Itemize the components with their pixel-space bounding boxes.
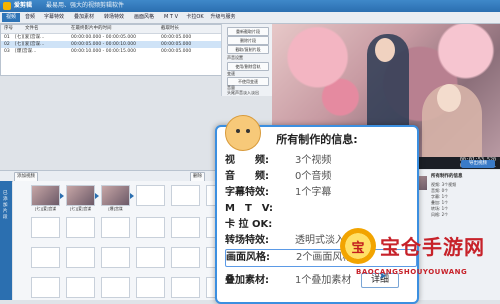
tab-picture-style[interactable]: 画面风格 bbox=[130, 13, 158, 22]
empty-thumbnail[interactable] bbox=[101, 217, 130, 238]
arrow-icon bbox=[60, 193, 64, 199]
clip-time: 00:00:10.000 - 00:00:15.000 bbox=[71, 49, 136, 54]
clip-time: 00:00:05.000 - 00:00:10.000 bbox=[71, 42, 136, 47]
recut-clip-button[interactable]: 重新截取片段 bbox=[227, 27, 269, 36]
clip-list: 序号 文件名 在最终影片中的时间 截取时长 01 [七][爱]宫谋... 00:… bbox=[0, 24, 222, 76]
clip-index: 01 bbox=[4, 35, 10, 40]
clip-name: [七][爱]宫谋... bbox=[15, 42, 45, 47]
popup-title: 所有制作的信息: bbox=[276, 133, 358, 146]
empty-thumbnail[interactable] bbox=[171, 217, 200, 238]
tab-transition-effects[interactable]: 转场特效 bbox=[100, 13, 128, 22]
clip-name: [七][爱]宫谋... bbox=[15, 35, 45, 40]
clip-row[interactable]: 03 [爆]宫谋... 00:00:10.000 - 00:00:15.000 … bbox=[1, 48, 221, 55]
empty-thumbnail[interactable] bbox=[66, 217, 95, 238]
info-key: 音 频: bbox=[225, 171, 269, 182]
info-key: 字幕特效: bbox=[225, 187, 269, 198]
arrow-icon bbox=[95, 193, 99, 199]
info-key: 卡 拉 OK: bbox=[225, 219, 273, 230]
empty-thumbnail[interactable] bbox=[171, 277, 200, 298]
watermark-logo-char: 宝 bbox=[351, 241, 365, 256]
info-row-mtv: M T V: bbox=[225, 201, 415, 217]
info-panel-title: 所有制作的信息 bbox=[431, 174, 463, 179]
empty-thumbnail[interactable] bbox=[66, 247, 95, 268]
clip-index: 02 bbox=[4, 42, 10, 47]
empty-thumbnail[interactable] bbox=[31, 247, 60, 268]
info-key: 视 频: bbox=[225, 155, 269, 166]
sound-settings-label: 声音设置 bbox=[227, 55, 243, 60]
clip-control-panel: 重新截取片段 删除片段 截取/复制片段 声音设置 使用/删除音轨 变速 不使用变… bbox=[221, 24, 272, 96]
empty-thumbnail[interactable] bbox=[171, 247, 200, 268]
empty-thumbnail[interactable] bbox=[136, 217, 165, 238]
export-video-button[interactable]: 导出视频 bbox=[461, 160, 495, 168]
watermark-name: 宝仓手游网 bbox=[380, 235, 485, 259]
col-index: 序号 bbox=[4, 26, 13, 31]
added-clips-side-tab[interactable]: 已添加片段 bbox=[0, 181, 12, 300]
info-row-subtitle: 字幕特效: 1个字幕 bbox=[225, 185, 415, 201]
delete-clip-button[interactable]: 删除片段 bbox=[227, 36, 269, 45]
clip-index: 03 bbox=[4, 49, 10, 54]
thumb-caption: [七][爱]宫谋 bbox=[34, 206, 57, 211]
info-key: 画面风格: bbox=[226, 252, 270, 263]
empty-thumbnail[interactable] bbox=[31, 277, 60, 298]
preview-face-man bbox=[375, 38, 395, 62]
info-value: 1个字幕 bbox=[295, 187, 332, 198]
empty-thumbnail[interactable] bbox=[66, 277, 95, 298]
arrow-icon bbox=[130, 193, 134, 199]
tab-audio[interactable]: 音频 bbox=[22, 13, 38, 22]
thumb-caption: [爆]宫谋 bbox=[108, 206, 123, 211]
empty-thumbnail[interactable] bbox=[101, 277, 130, 298]
title-bar: 爱剪辑 最易用、强大的视频剪辑软件 bbox=[0, 0, 500, 12]
clip-thumbnail[interactable]: [七][爱]宫谋 bbox=[66, 185, 95, 211]
info-key: 转场特效: bbox=[225, 235, 269, 246]
clip-row[interactable]: 01 [七][爱]宫谋... 00:00:00.000 - 00:00:05.0… bbox=[1, 34, 221, 41]
copy-clip-button[interactable]: 截取/复制片段 bbox=[227, 45, 269, 54]
empty-thumbnail[interactable] bbox=[136, 247, 165, 268]
thumb-caption: [七][爱]宫谋 bbox=[69, 206, 92, 211]
app-logo-icon bbox=[3, 2, 11, 10]
empty-thumbnail[interactable] bbox=[31, 217, 60, 238]
preview-face-woman bbox=[437, 84, 461, 112]
clip-duration: 00:00:05.000 bbox=[161, 35, 192, 40]
col-time: 在最终影片中的时间 bbox=[71, 26, 112, 31]
use-audio-track-button[interactable]: 使用/删除音轨 bbox=[227, 62, 269, 71]
clip-time: 00:00:00.000 - 00:00:05.000 bbox=[71, 35, 136, 40]
tab-upgrade-service[interactable]: 升级与服务 bbox=[208, 13, 238, 22]
app-slogan: 最易用、强大的视频剪辑软件 bbox=[46, 2, 125, 9]
tab-video[interactable]: 视频 bbox=[2, 13, 20, 22]
col-duration: 截取时长 bbox=[161, 26, 179, 31]
col-filename: 文件名 bbox=[25, 26, 39, 31]
app-title: 爱剪辑 bbox=[14, 2, 33, 9]
clip-thumbnail[interactable]: [七][爱]宫谋 bbox=[31, 185, 60, 211]
menu-tab-bar: 视频 音频 字幕特效 叠加素材 转场特效 画面风格 M T V 卡拉OK 升级与… bbox=[0, 12, 500, 24]
empty-thumbnail[interactable] bbox=[136, 277, 165, 298]
tab-overlay-material[interactable]: 叠加素材 bbox=[70, 13, 98, 22]
info-value: 0个音频 bbox=[295, 171, 332, 182]
side-tab-label: 已添加片段 bbox=[3, 191, 8, 220]
empty-thumbnail[interactable] bbox=[136, 185, 165, 206]
watermark-url: BAOCANGSHOUYOUWANG bbox=[356, 268, 468, 276]
tab-karaoke[interactable]: 卡拉OK bbox=[184, 13, 206, 22]
info-row-audio: 音 频: 0个音频 bbox=[225, 169, 415, 185]
clip-row[interactable]: 02 [七][爱]宫谋... 00:00:05.000 - 00:00:10.0… bbox=[1, 41, 221, 48]
empty-thumbnail[interactable] bbox=[101, 247, 130, 268]
clip-thumbnail[interactable]: [爆]宫谋 bbox=[101, 185, 130, 211]
info-row-video: 视 频: 3个视频 bbox=[225, 153, 415, 169]
info-key: 叠加素材: bbox=[225, 275, 269, 286]
fade-audio-checkbox[interactable]: 头尾声音淡入淡出 bbox=[227, 90, 269, 96]
info-line: 风格: 2个 bbox=[431, 212, 449, 217]
clip-list-header: 序号 文件名 在最终影片中的时间 截取时长 bbox=[1, 25, 221, 34]
info-key: M T V: bbox=[225, 203, 274, 214]
watermark-logo-icon: 宝 bbox=[340, 228, 376, 264]
site-watermark: 宝 宝仓手游网 BAOCANGSHOUYOUWANG bbox=[340, 228, 500, 300]
clip-duration: 00:00:05.000 bbox=[161, 42, 192, 47]
clip-duration: 00:00:05.000 bbox=[161, 49, 192, 54]
clip-name: [爆]宫谋... bbox=[15, 49, 37, 54]
tab-subtitle-effects[interactable]: 字幕特效 bbox=[40, 13, 68, 22]
info-value: 3个视频 bbox=[295, 155, 332, 166]
empty-thumbnail[interactable] bbox=[171, 185, 200, 206]
tab-mtv[interactable]: M T V bbox=[160, 13, 182, 22]
